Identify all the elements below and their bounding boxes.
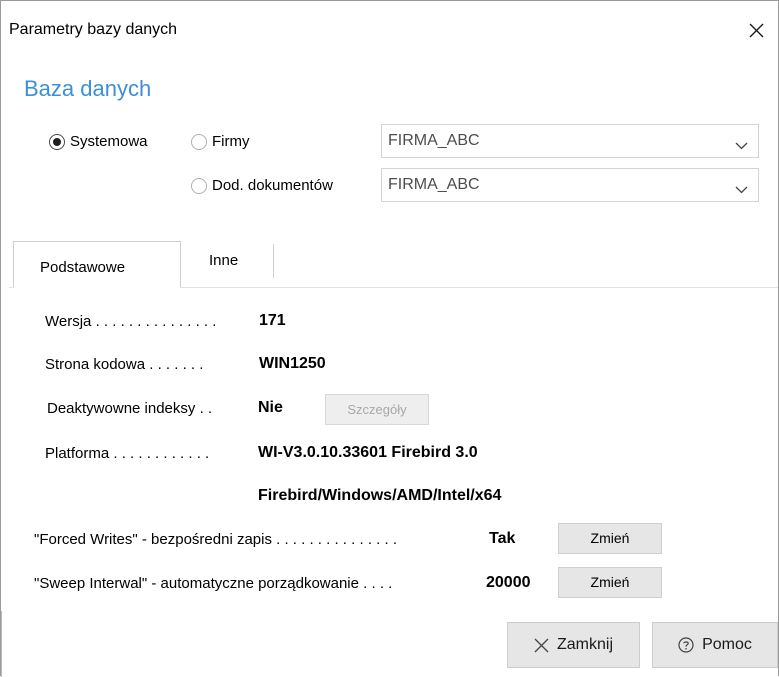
close-button-label: Zamknij — [556, 636, 613, 653]
tab-podstawowe-label: Podstawowe — [40, 259, 126, 276]
radio-checked-icon — [49, 133, 65, 150]
wersja-label: Wersja . . . . . . . . . . . . . . . — [45, 313, 217, 330]
close-icon[interactable] — [741, 13, 771, 47]
firmy-select-value: FIRMA_ABC — [388, 132, 480, 149]
radio-systemowa[interactable]: Systemowa — [49, 133, 148, 150]
section-title: Baza danych — [24, 76, 152, 101]
radio-firmy-label: Firmy — [212, 133, 250, 150]
question-circle-icon — [678, 637, 694, 653]
radio-firmy[interactable]: Firmy — [191, 133, 250, 150]
strona-kodowa-value: WIN1250 — [259, 355, 326, 372]
chevron-down-icon — [735, 181, 748, 199]
forced-writes-label: "Forced Writes" - bezpośredni zapis . . … — [34, 531, 397, 548]
platforma-label: Platforma . . . . . . . . . . . . — [45, 445, 210, 462]
radio-unchecked-icon — [191, 133, 207, 150]
firmy-select[interactable]: FIRMA_ABC — [381, 124, 759, 158]
window-title: Parametry bazy danych — [9, 21, 178, 38]
radio-dod-dokumentow[interactable]: Dod. dokumentów — [191, 177, 333, 194]
dialog-window: Parametry bazy danych Baza danych System… — [0, 0, 779, 677]
sweep-interval-change-button[interactable]: Zmień — [558, 567, 662, 598]
dod-dokumentow-select[interactable]: FIRMA_ABC — [381, 168, 759, 202]
radio-unchecked-icon — [191, 177, 207, 194]
window-left-edge — [1, 611, 2, 677]
indeksy-value: Nie — [258, 399, 283, 416]
close-button[interactable]: Zamknij — [507, 622, 640, 668]
forced-writes-value: Tak — [489, 530, 516, 547]
tab-inne[interactable]: Inne — [181, 244, 274, 278]
platforma-value-2: Firebird/Windows/AMD/Intel/x64 — [258, 487, 502, 504]
tab-inne-label: Inne — [209, 252, 239, 269]
sweep-interval-label: "Sweep Interwal" - automatyczne porządko… — [34, 575, 393, 592]
title-bar: Parametry bazy danych — [1, 1, 778, 59]
help-button-label: Pomoc — [702, 636, 752, 653]
radio-dod-dokumentow-label: Dod. dokumentów — [212, 177, 333, 194]
wersja-value: 171 — [259, 312, 286, 329]
tab-podstawowe[interactable]: Podstawowe — [13, 241, 181, 288]
help-button[interactable]: Pomoc — [652, 622, 778, 668]
platforma-value-1: WI-V3.0.10.33601 Firebird 3.0 — [258, 444, 478, 461]
strona-kodowa-label: Strona kodowa . . . . . . . — [45, 356, 204, 373]
forced-writes-change-button[interactable]: Zmień — [558, 523, 662, 554]
szczegoly-button[interactable]: Szczegóły — [325, 394, 429, 425]
radio-systemowa-label: Systemowa — [70, 133, 148, 150]
indeksy-label: Deaktywowne indeksy . . — [47, 400, 213, 417]
dod-dokumentow-select-value: FIRMA_ABC — [388, 176, 480, 193]
close-x-icon — [534, 638, 549, 652]
chevron-down-icon — [735, 137, 748, 155]
sweep-interval-value: 20000 — [486, 574, 531, 591]
